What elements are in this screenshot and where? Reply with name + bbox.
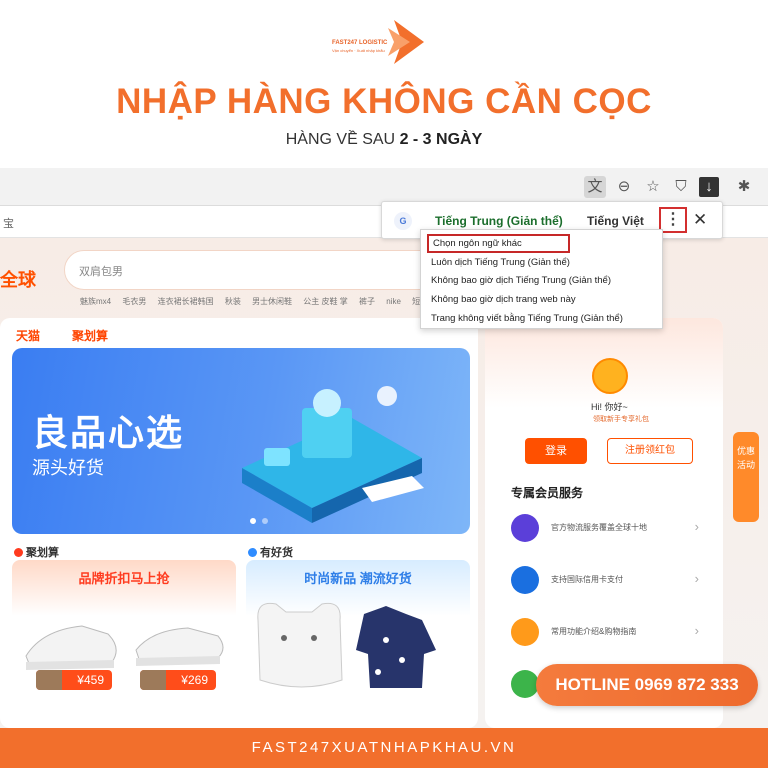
translate-options-menu: Chọn ngôn ngữ khác Luôn dịch Tiếng Trung… (420, 229, 663, 329)
more-options-icon[interactable]: ⋮ (659, 207, 687, 233)
extensions-icon[interactable]: ✱ (733, 176, 755, 198)
brand-name: FAST247 LOGISTIC (332, 40, 388, 46)
promo-title: 品牌折扣马上抢 (78, 571, 170, 586)
juhuasuan-icon (14, 548, 23, 557)
hot-search-link[interactable]: nike (386, 297, 401, 306)
hotline-button[interactable]: HOTLINE 0969 872 333 (536, 664, 758, 706)
plane-icon (511, 514, 539, 542)
section-youhaohuo[interactable]: 有好货 (248, 544, 293, 560)
service-label: 支持国际信用卡支付 (551, 575, 623, 584)
hot-search-link[interactable]: 秋装 (225, 297, 241, 306)
youhaohuo-icon (248, 548, 257, 557)
greeting-sub[interactable]: 领取新手专享礼包 (593, 414, 649, 424)
hero-subtitle: 源头好货 (32, 458, 104, 478)
hero-title: 良品心选 (32, 412, 185, 453)
hero-banner[interactable]: 良品心选 源头好货 (12, 348, 470, 534)
carousel-dot[interactable] (262, 518, 268, 524)
brand-logo: FAST247 LOGISTIC Vận chuyển · Xuất nhập … (330, 16, 440, 68)
hot-search-link[interactable]: 魅族mx4 (80, 297, 111, 306)
section-juhuasuan[interactable]: 聚划算 (14, 544, 59, 560)
service-label: 常用功能介绍&购物指南 (551, 627, 637, 636)
hot-search-link[interactable]: 男士休闲鞋 (252, 297, 292, 306)
menu-item-never-translate-site[interactable]: Không bao giờ dịch trang web này (431, 294, 576, 305)
close-icon[interactable]: ✕ (693, 210, 707, 230)
tab-juhuasuan[interactable]: 聚划算 (72, 327, 108, 344)
search-placeholder: 双肩包男 (79, 266, 123, 278)
service-label: 官方物流服务覆盖全球十地 (551, 523, 647, 532)
login-button[interactable]: 登录 (525, 438, 587, 464)
section-youhaohuo-label: 有好货 (260, 547, 293, 559)
factory-illustration (242, 386, 424, 523)
hot-search-link[interactable]: 公主 皮鞋 掌 (303, 297, 347, 306)
taobao-logo[interactable]: 全球 (0, 266, 36, 292)
price-tag: ¥459 (36, 670, 112, 690)
menu-item-not-chinese[interactable]: Trang không viết bằng Tiếng Trung (Giản … (431, 313, 623, 324)
zoom-out-icon[interactable]: ⊖ (613, 176, 635, 198)
headline: NHẬP HÀNG KHÔNG CẦN CỌC (116, 82, 652, 121)
main-content-card: 天猫 聚划算 良品心选 源头好货 聚划算 有好货 品牌折扣马上抢 ¥459 ¥2… (0, 318, 478, 728)
greeting: Hi! 你好~ (591, 402, 628, 412)
hot-search-link[interactable]: 毛衣男 (122, 297, 146, 306)
register-button[interactable]: 注册领红包 (607, 438, 693, 464)
compass-icon (511, 618, 539, 646)
subheadline: HÀNG VỀ SAU 2 - 3 NGÀY (0, 131, 768, 149)
promo-brand-discount[interactable]: 品牌折扣马上抢 ¥459 ¥269 (12, 560, 236, 700)
products-image (257, 602, 436, 688)
chevron-right-icon: › (694, 571, 699, 586)
bookmark-text: 宝 (3, 218, 14, 230)
price-tag: ¥269 (140, 670, 216, 690)
chevron-right-icon: › (694, 519, 699, 534)
hot-search-link[interactable]: 连衣裙长裙韩国 (158, 297, 214, 306)
avatar[interactable] (592, 358, 628, 394)
service-item-logistics[interactable]: 官方物流服务覆盖全球十地 › (511, 512, 711, 546)
shield-check-icon (511, 670, 539, 698)
member-services-title: 专属会员服务 (511, 486, 584, 500)
menu-item-never-translate-language[interactable]: Không bao giờ dịch Tiếng Trung (Giản thể… (431, 275, 611, 286)
carousel-dot-active[interactable] (250, 518, 256, 524)
service-item-payment[interactable]: 支持国际信用卡支付 › (511, 564, 711, 598)
hot-search-link[interactable]: 裤子 (359, 297, 375, 306)
search-input[interactable]: 双肩包男 (64, 250, 444, 290)
menu-item-choose-language[interactable]: Chọn ngôn ngữ khác (433, 238, 522, 249)
brand-tagline: Vận chuyển · Xuất nhập khẩu (332, 48, 385, 53)
promo-title: 时尚新品 潮流好货 (304, 571, 412, 586)
floating-promo-tab[interactable]: 优惠 活动 (733, 432, 759, 522)
hot-searches: 魅族mx4 毛衣男 连衣裙长裙韩国 秋装 男士休闲鞋 公主 皮鞋 掌 裤子 ni… (80, 296, 429, 307)
subheadline-prefix: HÀNG VỀ SAU (285, 131, 400, 148)
download-icon[interactable]: ↓ (699, 177, 719, 197)
subheadline-bold: 2 - 3 NGÀY (399, 131, 483, 148)
promo-fashion[interactable]: 时尚新品 潮流好货 (246, 560, 470, 700)
hot-search-link[interactable]: 短 (412, 297, 420, 306)
tab-tmall[interactable]: 天猫 (16, 327, 40, 344)
tab-target-language[interactable]: Tiếng Việt (587, 214, 644, 228)
footer-website[interactable]: FAST247XUATNHAPKHAU.VN (0, 728, 768, 768)
tab-source-language[interactable]: Tiếng Trung (Giản thể) (435, 214, 563, 228)
menu-item-always-translate[interactable]: Luôn dịch Tiếng Trung (Giản thể) (431, 257, 570, 268)
google-translate-icon: G (394, 212, 412, 230)
section-juhuasuan-label: 聚划算 (26, 547, 59, 559)
star-icon[interactable]: ☆ (642, 176, 664, 198)
translate-icon[interactable]: 文 (584, 176, 606, 198)
service-item-guide[interactable]: 常用功能介绍&购物指南 › (511, 616, 711, 650)
chevron-right-icon: › (694, 623, 699, 638)
card-icon (511, 566, 539, 594)
shield-icon[interactable]: ⛉ (670, 176, 692, 198)
